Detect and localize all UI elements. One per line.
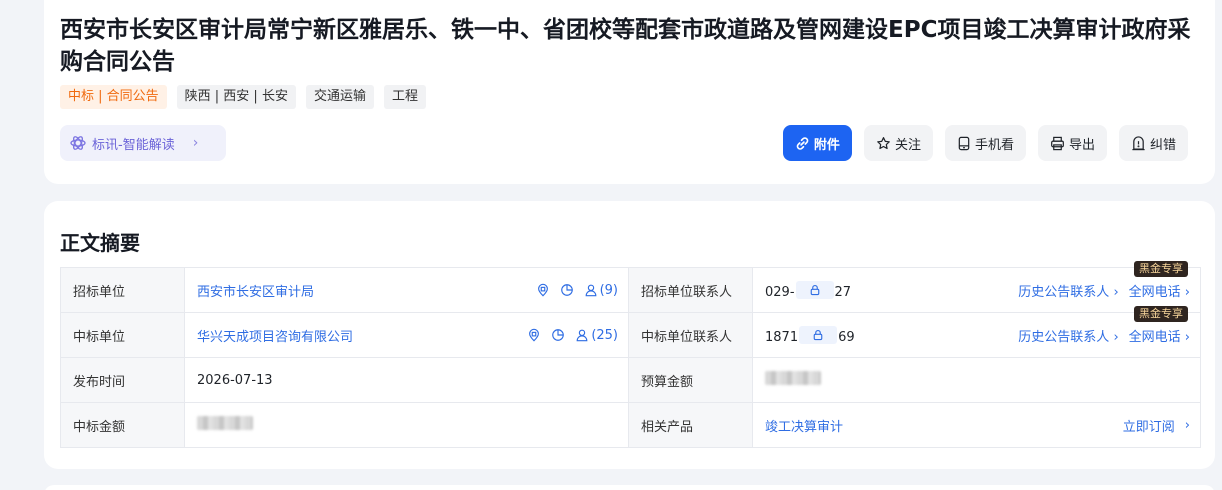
related-users-button[interactable]: (9) bbox=[584, 283, 618, 298]
history-contact-link[interactable]: 历史公告联系人 › bbox=[1018, 281, 1118, 300]
phone-suffix: 69 bbox=[838, 329, 855, 345]
printer-icon bbox=[1050, 136, 1065, 151]
history-contact-label: 历史公告联系人 bbox=[1018, 284, 1110, 300]
summary-card: 正文摘要 招标单位 西安市长安区审计局 (9) 招标单位联系人 黑金专享 029… bbox=[44, 201, 1215, 469]
budget-redacted-value bbox=[765, 371, 821, 385]
export-label: 导出 bbox=[1068, 137, 1095, 153]
budget-cell bbox=[752, 357, 1201, 403]
chevron-right-icon: › bbox=[1184, 417, 1190, 433]
winner-label: 中标单位 bbox=[60, 312, 185, 358]
related-product-link[interactable]: 竣工决算审计 bbox=[765, 416, 1123, 435]
table-row: 发布时间 2026-07-13 预算金额 bbox=[60, 357, 1201, 403]
chevron-right-icon: › bbox=[1184, 329, 1190, 345]
mobile-view-button[interactable]: 手机看 bbox=[944, 125, 1026, 161]
table-row: 中标单位 华兴天成项目咨询有限公司 (25) 中标单位联系人 黑金专享 1871… bbox=[60, 306, 1201, 358]
phone-icon bbox=[957, 136, 971, 151]
correct-error-button[interactable]: 纠错 bbox=[1118, 125, 1188, 161]
tag-notice-type[interactable]: 中标 | 合同公告 bbox=[60, 85, 167, 109]
attachment-button[interactable]: 附件 bbox=[782, 125, 852, 161]
building-icon[interactable] bbox=[536, 283, 550, 297]
tag-category[interactable]: 工程 bbox=[383, 85, 426, 109]
budget-label: 预算金额 bbox=[628, 357, 753, 403]
ai-interpret-label: 标讯-智能解读 bbox=[92, 137, 175, 153]
related-product-cell: 竣工决算审计 立即订阅 › bbox=[752, 402, 1201, 448]
chart-icon[interactable] bbox=[560, 283, 574, 297]
chart-icon[interactable] bbox=[551, 328, 565, 342]
related-users-count: (9) bbox=[599, 282, 618, 298]
export-button[interactable]: 导出 bbox=[1037, 125, 1107, 161]
winner-cell: 华兴天成项目咨询有限公司 (25) bbox=[184, 312, 629, 358]
award-amount-cell bbox=[184, 402, 629, 448]
correct-error-label: 纠错 bbox=[1149, 137, 1176, 153]
contact-links: 历史公告联系人 › 全网电话 › bbox=[1018, 281, 1190, 300]
notice-title: 西安市长安区审计局常宁新区雅居乐、铁一中、省团校等配套市政道路及管网建设EPC项… bbox=[60, 17, 1191, 75]
tenderer-cell: 西安市长安区审计局 (9) bbox=[184, 267, 629, 313]
tenderer-tools: (9) bbox=[536, 283, 618, 298]
chevron-right-icon: › bbox=[192, 135, 199, 151]
link-icon bbox=[795, 136, 810, 151]
notice-header-card: 西安市长安区审计局常宁新区雅居乐、铁一中、省团校等配套市政道路及管网建设EPC项… bbox=[44, 0, 1215, 184]
mobile-view-label: 手机看 bbox=[974, 137, 1014, 153]
award-amount-redacted-value bbox=[197, 416, 253, 430]
tag-region[interactable]: 陕西 | 西安 | 长安 bbox=[176, 85, 296, 109]
chevron-right-icon: › bbox=[1113, 284, 1119, 300]
user-icon bbox=[576, 329, 588, 342]
chevron-right-icon: › bbox=[1113, 329, 1119, 345]
all-phone-label: 全网电话 bbox=[1128, 329, 1181, 345]
follow-button[interactable]: 关注 bbox=[863, 125, 933, 161]
table-row: 中标金额 相关产品 竣工决算审计 立即订阅 › bbox=[60, 402, 1201, 448]
history-contact-link[interactable]: 历史公告联系人 › bbox=[1018, 326, 1118, 345]
publish-time-label: 发布时间 bbox=[60, 357, 185, 403]
tenderer-phone: 029- 27 bbox=[765, 280, 1018, 300]
tag-industry[interactable]: 交通运输 bbox=[305, 85, 374, 109]
attachment-label: 附件 bbox=[813, 137, 840, 153]
all-phone-link[interactable]: 全网电话 › bbox=[1129, 281, 1190, 300]
tenderer-label: 招标单位 bbox=[60, 267, 185, 313]
building-icon[interactable] bbox=[527, 328, 541, 342]
summary-table: 招标单位 西安市长安区审计局 (9) 招标单位联系人 黑金专享 029- 27 … bbox=[60, 261, 1201, 448]
subscribe-link[interactable]: 立即订阅 › bbox=[1123, 416, 1190, 435]
table-row: 招标单位 西安市长安区审计局 (9) 招标单位联系人 黑金专享 029- 27 … bbox=[60, 261, 1201, 313]
publish-time-value: 2026-07-13 bbox=[184, 357, 629, 403]
vip-badge: 黑金专享 bbox=[1134, 261, 1188, 277]
lock-icon[interactable] bbox=[799, 325, 838, 344]
tenderer-contact-cell: 黑金专享 029- 27 历史公告联系人 › 全网电话 › bbox=[752, 261, 1201, 313]
winner-tools: (25) bbox=[527, 328, 618, 343]
phone-suffix: 27 bbox=[834, 284, 852, 300]
award-amount-label: 中标金额 bbox=[60, 402, 185, 448]
next-section-card bbox=[44, 485, 1215, 490]
winner-link[interactable]: 华兴天成项目咨询有限公司 bbox=[197, 326, 527, 345]
all-phone-label: 全网电话 bbox=[1128, 284, 1181, 300]
summary-title: 正文摘要 bbox=[60, 231, 140, 255]
all-phone-link[interactable]: 全网电话 › bbox=[1129, 326, 1190, 345]
action-toolbar: 附件 关注 手机看 导出 纠错 bbox=[782, 125, 1188, 161]
related-users-button[interactable]: (25) bbox=[575, 328, 618, 343]
winner-contact-cell: 黑金专享 1871 69 历史公告联系人 › 全网电话 › bbox=[752, 306, 1201, 358]
phone-prefix: 1871 bbox=[765, 329, 799, 345]
notice-tags: 中标 | 合同公告 陕西 | 西安 | 长安 交通运输 工程 bbox=[60, 85, 426, 109]
history-contact-label: 历史公告联系人 bbox=[1018, 329, 1110, 345]
user-icon bbox=[585, 284, 596, 297]
ai-interpret-button[interactable]: 标讯-智能解读 › bbox=[60, 125, 226, 161]
sparkle-icon bbox=[70, 135, 86, 151]
phone-prefix: 029- bbox=[765, 284, 795, 300]
winner-contact-label: 中标单位联系人 bbox=[628, 312, 753, 358]
chevron-right-icon: › bbox=[1184, 284, 1190, 300]
tenderer-contact-label: 招标单位联系人 bbox=[628, 267, 753, 313]
contact-links: 历史公告联系人 › 全网电话 › bbox=[1018, 326, 1190, 345]
subscribe-label: 立即订阅 bbox=[1122, 419, 1175, 435]
star-icon bbox=[876, 136, 891, 151]
related-users-count: (25) bbox=[591, 327, 618, 343]
vip-badge: 黑金专享 bbox=[1134, 306, 1188, 322]
winner-phone: 1871 69 bbox=[765, 325, 1018, 345]
tenderer-link[interactable]: 西安市长安区审计局 bbox=[197, 281, 536, 300]
related-product-label: 相关产品 bbox=[628, 402, 753, 448]
report-icon bbox=[1131, 135, 1146, 151]
follow-label: 关注 bbox=[894, 137, 921, 153]
lock-icon[interactable] bbox=[795, 280, 834, 299]
